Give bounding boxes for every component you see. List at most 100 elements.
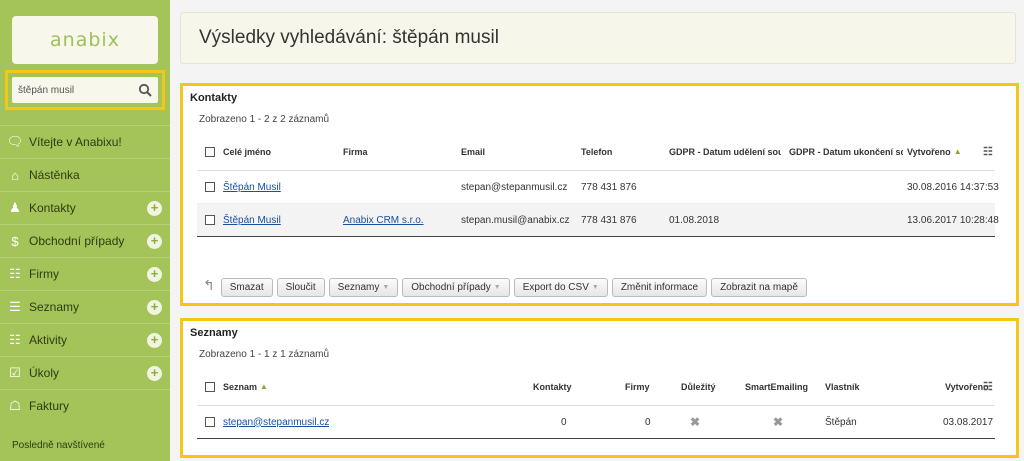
row-checkbox[interactable] — [205, 182, 215, 192]
contact-name-link[interactable]: Štěpán Musil — [223, 215, 281, 226]
contact-created: 30.08.2016 14:37:53 — [907, 181, 999, 193]
col-companies[interactable]: Firmy — [625, 368, 650, 405]
sidebar-item-activities[interactable]: ☷ Aktivity + — [0, 323, 170, 356]
dollar-icon: $ — [11, 233, 19, 249]
add-company-button[interactable]: + — [147, 267, 162, 282]
contacts-title: Kontakty — [190, 92, 238, 104]
add-contact-button[interactable]: + — [147, 201, 162, 216]
contact-gdpr-start: 01.08.2018 — [669, 214, 720, 226]
sort-icon[interactable]: ▲︎ — [954, 147, 962, 156]
chat-icon: 🗨 — [6, 134, 24, 149]
sidebar-item-label: Faktury — [29, 399, 70, 413]
page-title: Výsledky vyhledávání: štěpán musil — [199, 27, 499, 48]
add-deal-button[interactable]: + — [147, 234, 162, 249]
search-highlight — [5, 70, 165, 110]
table-row: Štěpán Musil stepan@stepanmusil.cz 778 4… — [197, 171, 999, 204]
contact-name-link[interactable]: Štěpán Musil — [223, 182, 281, 193]
sidebar-item-label: Kontakty — [29, 201, 76, 215]
sidebar-item-label: Obchodní případy — [29, 234, 125, 248]
person-icon: ♟ — [9, 200, 21, 215]
group-icon: ☷ — [9, 266, 21, 281]
col-email[interactable]: Email — [461, 133, 485, 170]
add-list-button[interactable]: + — [147, 300, 162, 315]
page-header: Výsledky vyhledávání: štěpán musil — [180, 12, 1016, 64]
sidebar-item-companies[interactable]: ☷ Firmy + — [0, 257, 170, 290]
search-input[interactable] — [18, 84, 134, 96]
list-icon: ☰ — [9, 299, 21, 314]
search-box — [12, 77, 158, 103]
sidebar-item-label: Seznamy — [29, 300, 80, 314]
table-header: Seznam ▲︎ Kontakty Firmy Důležitý SmartEm… — [197, 368, 995, 406]
col-phone[interactable]: Telefon — [581, 133, 612, 170]
sidebar-nav: 🗨 Vítejte v Anabixu! ⌂ Nástěnka ♟ Kontakty +… — [0, 125, 170, 422]
row-checkbox[interactable] — [205, 215, 215, 225]
caret-down-icon: ▼ — [382, 284, 390, 291]
contacts-table: Celé jméno Firma Email Telefon GDPR - Da… — [197, 133, 999, 237]
col-contacts[interactable]: Kontakty — [533, 368, 572, 405]
task-icon: ☑ — [9, 365, 21, 380]
contacts-panel: Kontakty Zobrazeno 1 - 2 z 2 záznamů Cel… — [180, 83, 1019, 306]
col-company[interactable]: Firma — [343, 133, 368, 170]
list-created: 03.08.2017 — [943, 416, 994, 428]
col-created[interactable]: Vytvořeno — [907, 147, 951, 157]
sidebar-item-welcome[interactable]: 🗨 Vítejte v Anabixu! — [0, 125, 170, 158]
lists-dropdown-button[interactable]: Seznamy ▼ — [328, 278, 399, 297]
sidebar-item-label: Firmy — [29, 267, 59, 281]
change-info-button[interactable]: Změnit informace — [611, 278, 708, 297]
clipboard-icon: ☷ — [9, 332, 21, 347]
add-task-button[interactable]: + — [147, 366, 162, 381]
table-row: stepan@stepanmusil.cz 0 0 ✖ ✖ Štěpán 03.… — [197, 406, 995, 439]
sidebar-item-label: Vítejte v Anabixu! — [29, 135, 122, 149]
col-smartemailing[interactable]: SmartEmailing — [745, 368, 808, 405]
home-icon: ⌂ — [11, 167, 19, 183]
logo[interactable]: anabix — [12, 16, 158, 64]
sort-icon[interactable]: ▲︎ — [260, 382, 268, 391]
list-owner: Štěpán — [825, 416, 857, 428]
sidebar-item-label: Nástěnka — [29, 168, 80, 182]
company-link[interactable]: Anabix CRM s.r.o. — [343, 215, 424, 226]
columns-icon[interactable]: ☷ — [983, 380, 993, 393]
show-on-map-button[interactable]: Zobrazit na mapě — [711, 278, 807, 297]
sidebar-item-label: Úkoly — [29, 366, 60, 380]
lists-title: Seznamy — [190, 327, 238, 339]
sidebar-item-tasks[interactable]: ☑ Úkoly + — [0, 356, 170, 389]
sidebar: anabix 🗨 Vítejte v Anabixu! ⌂ Nástěnka ♟ Ko… — [0, 0, 170, 461]
export-csv-button[interactable]: Export do CSV ▼ — [513, 278, 608, 297]
contact-email: stepan.musil@anabix.cz — [461, 214, 570, 226]
row-checkbox[interactable] — [205, 417, 215, 427]
arrow-up-icon: ↰ — [203, 277, 215, 293]
col-list[interactable]: Seznam — [223, 382, 257, 392]
sidebar-item-lists[interactable]: ☰ Seznamy + — [0, 290, 170, 323]
caret-down-icon: ▼ — [493, 284, 501, 291]
sidebar-item-contacts[interactable]: ♟ Kontakty + — [0, 191, 170, 224]
deals-dropdown-button[interactable]: Obchodní případy ▼ — [402, 278, 510, 297]
contact-created: 13.06.2017 10:28:48 — [907, 214, 999, 226]
select-all-checkbox[interactable] — [205, 146, 215, 157]
sidebar-item-label: Aktivity — [29, 333, 68, 347]
add-activity-button[interactable]: + — [147, 333, 162, 348]
sidebar-item-deals[interactable]: $ Obchodní případy + — [0, 224, 170, 257]
col-owner[interactable]: Vlastník — [825, 368, 860, 405]
table-header: Celé jméno Firma Email Telefon GDPR - Da… — [197, 133, 995, 171]
col-fullname[interactable]: Celé jméno — [223, 133, 271, 170]
search-icon[interactable] — [138, 83, 152, 97]
delete-button[interactable]: Smazat — [220, 278, 273, 297]
recent-label: Posledně navštívené — [12, 440, 105, 451]
select-all-checkbox[interactable] — [205, 381, 215, 392]
table-row: Štěpán Musil Anabix CRM s.r.o. stepan.mu… — [197, 204, 999, 237]
list-name-link[interactable]: stepan@stepanmusil.cz — [223, 417, 329, 428]
col-important[interactable]: Důležitý — [681, 368, 716, 405]
columns-icon[interactable]: ☷ — [983, 145, 993, 158]
list-companies: 0 — [645, 416, 651, 428]
merge-button[interactable]: Sloučit — [276, 278, 325, 297]
cross-icon: ✖ — [690, 415, 701, 429]
contact-phone: 778 431 876 — [581, 214, 637, 226]
col-gdpr-end[interactable]: GDPR - Datum ukončení souhlasu — [789, 133, 903, 170]
sidebar-item-invoices[interactable]: ☖ Faktury — [0, 389, 170, 422]
col-gdpr-start[interactable]: GDPR - Datum udělení souhlasu — [669, 133, 781, 170]
caret-down-icon: ▼ — [591, 284, 599, 291]
sidebar-item-dashboard[interactable]: ⌂ Nástěnka — [0, 158, 170, 191]
lists-table: Seznam ▲︎ Kontakty Firmy Důležitý SmartEm… — [197, 368, 995, 439]
contact-email: stepan@stepanmusil.cz — [461, 181, 568, 193]
lists-count: Zobrazeno 1 - 1 z 1 záznamů — [199, 349, 330, 360]
